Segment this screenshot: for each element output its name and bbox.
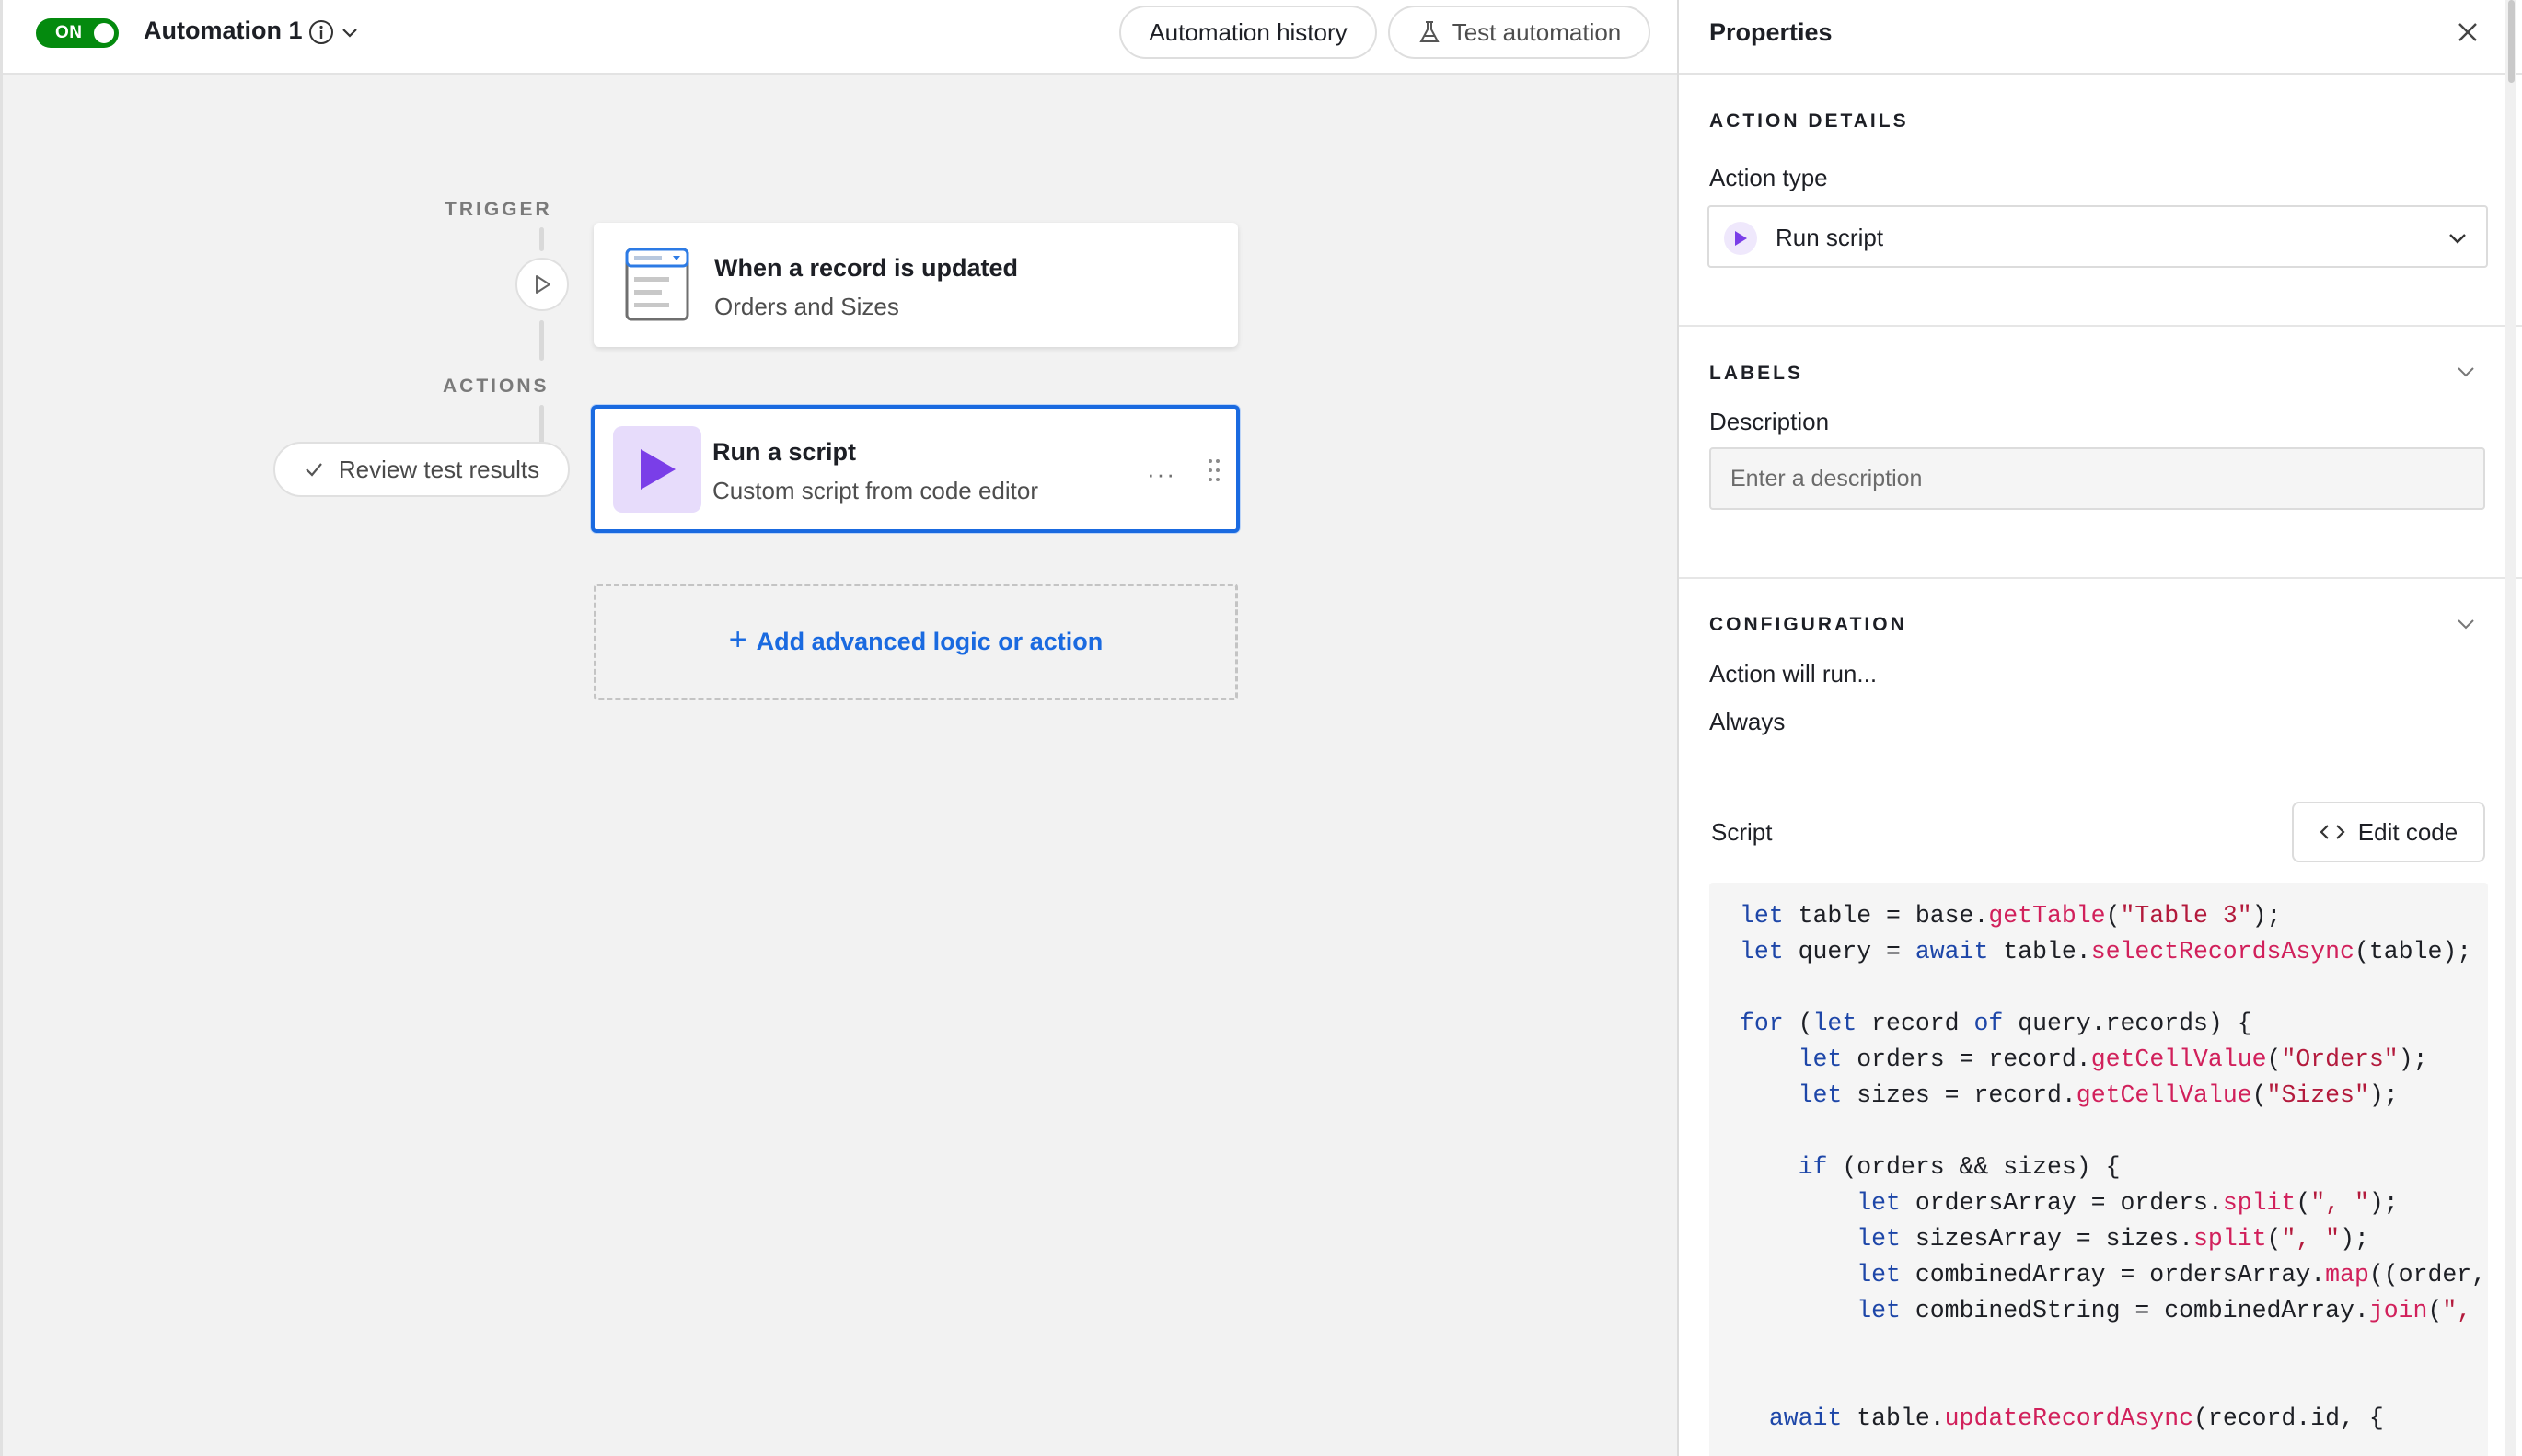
- trigger-title: When a record is updated: [714, 254, 1019, 282]
- edit-code-label: Edit code: [2357, 817, 2458, 846]
- action-run-condition: Always: [1709, 708, 1786, 735]
- code-icon: [2320, 825, 2345, 839]
- info-icon[interactable]: [308, 19, 334, 45]
- chevron-down-icon[interactable]: [2456, 617, 2476, 631]
- check-icon: [306, 463, 322, 477]
- review-test-results-button[interactable]: Review test results: [273, 442, 570, 497]
- test-automation-button[interactable]: Test automation: [1388, 6, 1650, 59]
- description-label: Description: [1709, 408, 1830, 435]
- trigger-section-label: TRIGGER: [445, 199, 552, 220]
- action-title: Run a script: [712, 438, 857, 466]
- action-details-heading: ACTION DETAILS: [1709, 110, 1909, 132]
- section-divider: [1679, 325, 2522, 327]
- script-label: Script: [1711, 818, 1773, 846]
- panel-scrollbar[interactable]: [2505, 0, 2516, 1456]
- trigger-subtitle: Orders and Sizes: [714, 293, 899, 320]
- automation-history-button[interactable]: Automation history: [1119, 6, 1377, 59]
- trigger-card[interactable]: When a record is updated Orders and Size…: [594, 223, 1238, 347]
- description-input[interactable]: [1709, 447, 2485, 510]
- close-icon[interactable]: [2456, 20, 2480, 44]
- flask-icon: [1419, 21, 1440, 42]
- properties-title: Properties: [1709, 18, 1833, 46]
- script-play-icon: [1724, 222, 1757, 255]
- more-options-icon[interactable]: ···: [1147, 460, 1176, 489]
- test-automation-label: Test automation: [1452, 17, 1622, 46]
- action-type-label: Action type: [1709, 164, 1828, 191]
- automation-history-label: Automation history: [1149, 17, 1348, 46]
- properties-panel: Properties ACTION DETAILS Action type Ru…: [1677, 0, 2522, 1456]
- script-code-preview: let table = base.getTable("Table 3"); le…: [1709, 883, 2488, 1456]
- code-text: let table = base.getTable("Table 3"); le…: [1740, 902, 2488, 1432]
- chevron-down-icon[interactable]: [2456, 364, 2476, 379]
- labels-heading: LABELS: [1709, 363, 1803, 384]
- action-card-run-script[interactable]: Run a script Custom script from code edi…: [591, 405, 1240, 533]
- flow-connector: [539, 227, 544, 251]
- chevron-down-icon: [2449, 234, 2466, 244]
- action-type-value: Run script: [1776, 224, 1884, 251]
- script-play-icon: [613, 426, 701, 513]
- section-divider: [1679, 577, 2522, 579]
- action-subtitle: Custom script from code editor: [712, 477, 1039, 504]
- record-table-icon: [625, 248, 689, 321]
- automation-on-toggle[interactable]: ON: [36, 18, 119, 48]
- automation-name[interactable]: Automation 1: [144, 17, 303, 45]
- toggle-knob: [94, 23, 114, 43]
- add-logic-or-action-button[interactable]: + Add advanced logic or action: [594, 584, 1238, 700]
- action-type-select[interactable]: Run script: [1707, 205, 2488, 268]
- automation-canvas: ON Automation 1 Automation history Test …: [0, 0, 1680, 1456]
- actions-section-label: ACTIONS: [443, 376, 550, 397]
- configuration-heading: CONFIGURATION: [1709, 614, 1907, 635]
- add-logic-or-action-label: Add advanced logic or action: [756, 628, 1104, 655]
- review-test-results-label: Review test results: [338, 455, 540, 483]
- chevron-down-icon[interactable]: [340, 24, 360, 40]
- toggle-label: ON: [55, 23, 83, 42]
- play-icon: [536, 275, 550, 294]
- run-trigger-button[interactable]: [515, 258, 569, 311]
- flow-connector: [539, 320, 544, 361]
- drag-handle-icon[interactable]: [1206, 456, 1222, 484]
- top-bar: ON Automation 1 Automation history Test …: [3, 0, 1680, 75]
- action-will-run-label: Action will run...: [1709, 660, 1878, 688]
- plus-icon: +: [728, 622, 747, 657]
- scrollbar-thumb[interactable]: [2508, 0, 2515, 83]
- edit-code-button[interactable]: Edit code: [2292, 802, 2485, 862]
- properties-header: Properties: [1679, 0, 2522, 75]
